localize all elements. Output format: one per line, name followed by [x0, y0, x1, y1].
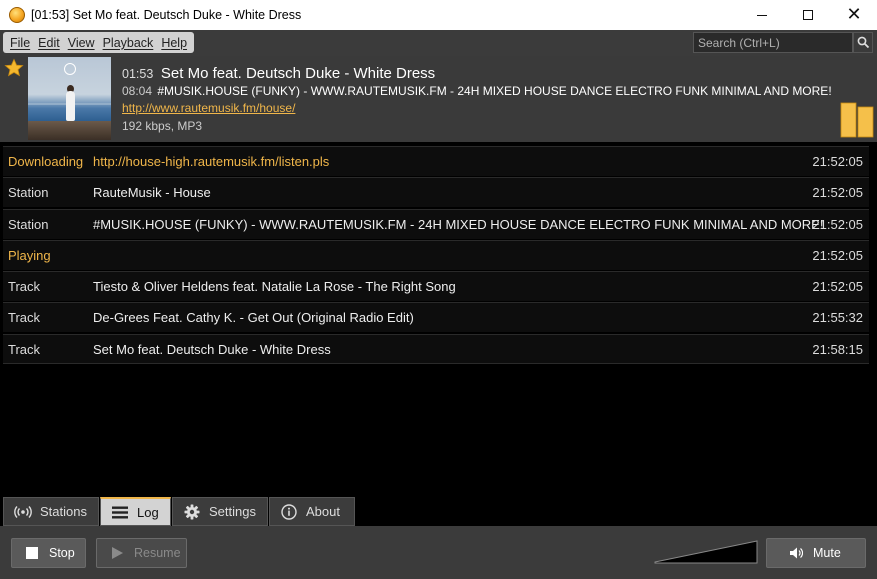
tab-bar: Stations Log Settings About [0, 496, 877, 526]
log-text: Tiesto & Oliver Heldens feat. Natalie La… [93, 279, 456, 294]
log-time: 21:52:05 [812, 217, 863, 232]
stop-button[interactable]: Stop [11, 538, 86, 568]
tab-label: About [306, 504, 340, 519]
track-elapsed-time: 01:53 [122, 67, 154, 81]
log-time: 21:52:05 [812, 154, 863, 169]
menu-edit[interactable]: Edit [34, 36, 64, 50]
close-button[interactable]: ✕ [831, 0, 877, 30]
tab-stations[interactable]: Stations [3, 497, 99, 526]
log-text: De-Grees Feat. Cathy K. - Get Out (Origi… [93, 310, 414, 325]
log-time: 21:55:32 [812, 310, 863, 325]
log-text: RauteMusik - House [93, 185, 211, 200]
tab-label: Log [137, 504, 159, 520]
log-row[interactable]: Playing 21:52:05 [3, 240, 869, 270]
mute-label: Mute [813, 546, 841, 560]
now-playing-track: 01:53 Set Mo feat. Deutsch Duke - White … [122, 65, 435, 82]
mute-button[interactable]: Mute [766, 538, 866, 568]
resume-button[interactable]: Resume [96, 538, 187, 568]
log-time: 21:52:05 [812, 248, 863, 263]
minimize-icon [757, 14, 767, 16]
info-icon [280, 503, 298, 520]
tab-log[interactable]: Log [100, 497, 171, 526]
broadcast-icon [14, 504, 32, 520]
close-icon: ✕ [846, 4, 862, 25]
menu-help[interactable]: Help [157, 36, 191, 50]
stop-icon [26, 547, 38, 559]
log-type: Station [8, 185, 49, 200]
tab-about[interactable]: About [269, 497, 355, 526]
level-meter [840, 102, 874, 138]
volume-slider[interactable] [654, 540, 758, 564]
log-row[interactable]: Track Set Mo feat. Deutsch Duke - White … [3, 334, 869, 364]
log-time: 21:58:15 [812, 341, 863, 357]
log-row[interactable]: Station #MUSIK.HOUSE (FUNKY) - WWW.RAUTE… [3, 209, 869, 239]
station-elapsed-time: 08:04 [122, 84, 153, 98]
track-title: Set Mo feat. Deutsch Duke - White Dress [160, 65, 436, 82]
log-row[interactable]: Station RauteMusik - House 21:52:05 [3, 177, 869, 207]
playback-controls: Stop Resume Mute [0, 526, 877, 579]
log-type: Downloading [8, 154, 84, 169]
tab-settings[interactable]: Settings [172, 497, 268, 526]
title-bar: [01:53] Set Mo feat. Deutsch Duke - Whit… [0, 0, 877, 30]
gear-icon [183, 504, 201, 520]
log-text: Set Mo feat. Deutsch Duke - White Dress [93, 341, 331, 357]
now-playing-station: 08:04 #MUSIK.HOUSE (FUNKY) - WWW.RAUTEMU… [122, 84, 832, 98]
app-icon [9, 7, 25, 23]
stop-label: Stop [49, 546, 75, 560]
log-type: Track [8, 310, 41, 325]
station-url-link[interactable]: http://www.rautemusik.fm/house/ [122, 101, 295, 115]
minimize-button[interactable] [739, 0, 785, 30]
log-type: Track [8, 279, 41, 294]
album-cover [28, 57, 111, 140]
stream-format: 192 kbps, MP3 [122, 119, 203, 133]
log-type: Track [8, 341, 41, 357]
log-list: Downloading http://house-high.rautemusik… [0, 142, 877, 496]
now-playing-panel: 01:53 Set Mo feat. Deutsch Duke - White … [0, 56, 877, 142]
window-controls: ✕ [739, 0, 877, 30]
log-row[interactable]: Track Tiesto & Oliver Heldens feat. Nata… [3, 271, 869, 301]
log-time: 21:52:05 [812, 279, 863, 294]
menu-group: File Edit View Playback Help [3, 32, 195, 53]
log-time: 21:52:05 [812, 185, 863, 200]
search-button[interactable] [853, 32, 873, 53]
search-icon [857, 36, 869, 49]
log-text: #MUSIK.HOUSE (FUNKY) - WWW.RAUTEMUSIK.FM… [93, 217, 824, 232]
favorite-star-icon[interactable] [4, 58, 24, 78]
log-type: Station [8, 217, 49, 232]
tab-label: Settings [209, 504, 256, 519]
menu-playback[interactable]: Playback [99, 36, 158, 50]
log-row[interactable]: Track De-Grees Feat. Cathy K. - Get Out … [3, 302, 869, 332]
cover-logo [64, 63, 76, 75]
maximize-icon [803, 10, 813, 20]
log-type: Playing [8, 248, 51, 263]
menu-view[interactable]: View [64, 36, 99, 50]
station-name: #MUSIK.HOUSE (FUNKY) - WWW.RAUTEMUSIK.FM… [157, 84, 832, 98]
maximize-button[interactable] [785, 0, 831, 30]
resume-label: Resume [134, 546, 181, 560]
window-title: [01:53] Set Mo feat. Deutsch Duke - Whit… [31, 8, 302, 22]
speaker-icon [790, 547, 803, 559]
play-icon [112, 547, 123, 559]
log-text: http://house-high.rautemusik.fm/listen.p… [93, 154, 330, 169]
list-icon [111, 504, 129, 520]
menu-file[interactable]: File [6, 36, 34, 50]
log-row[interactable]: Downloading http://house-high.rautemusik… [3, 146, 869, 176]
search-input[interactable] [693, 32, 853, 53]
tab-label: Stations [40, 504, 87, 519]
